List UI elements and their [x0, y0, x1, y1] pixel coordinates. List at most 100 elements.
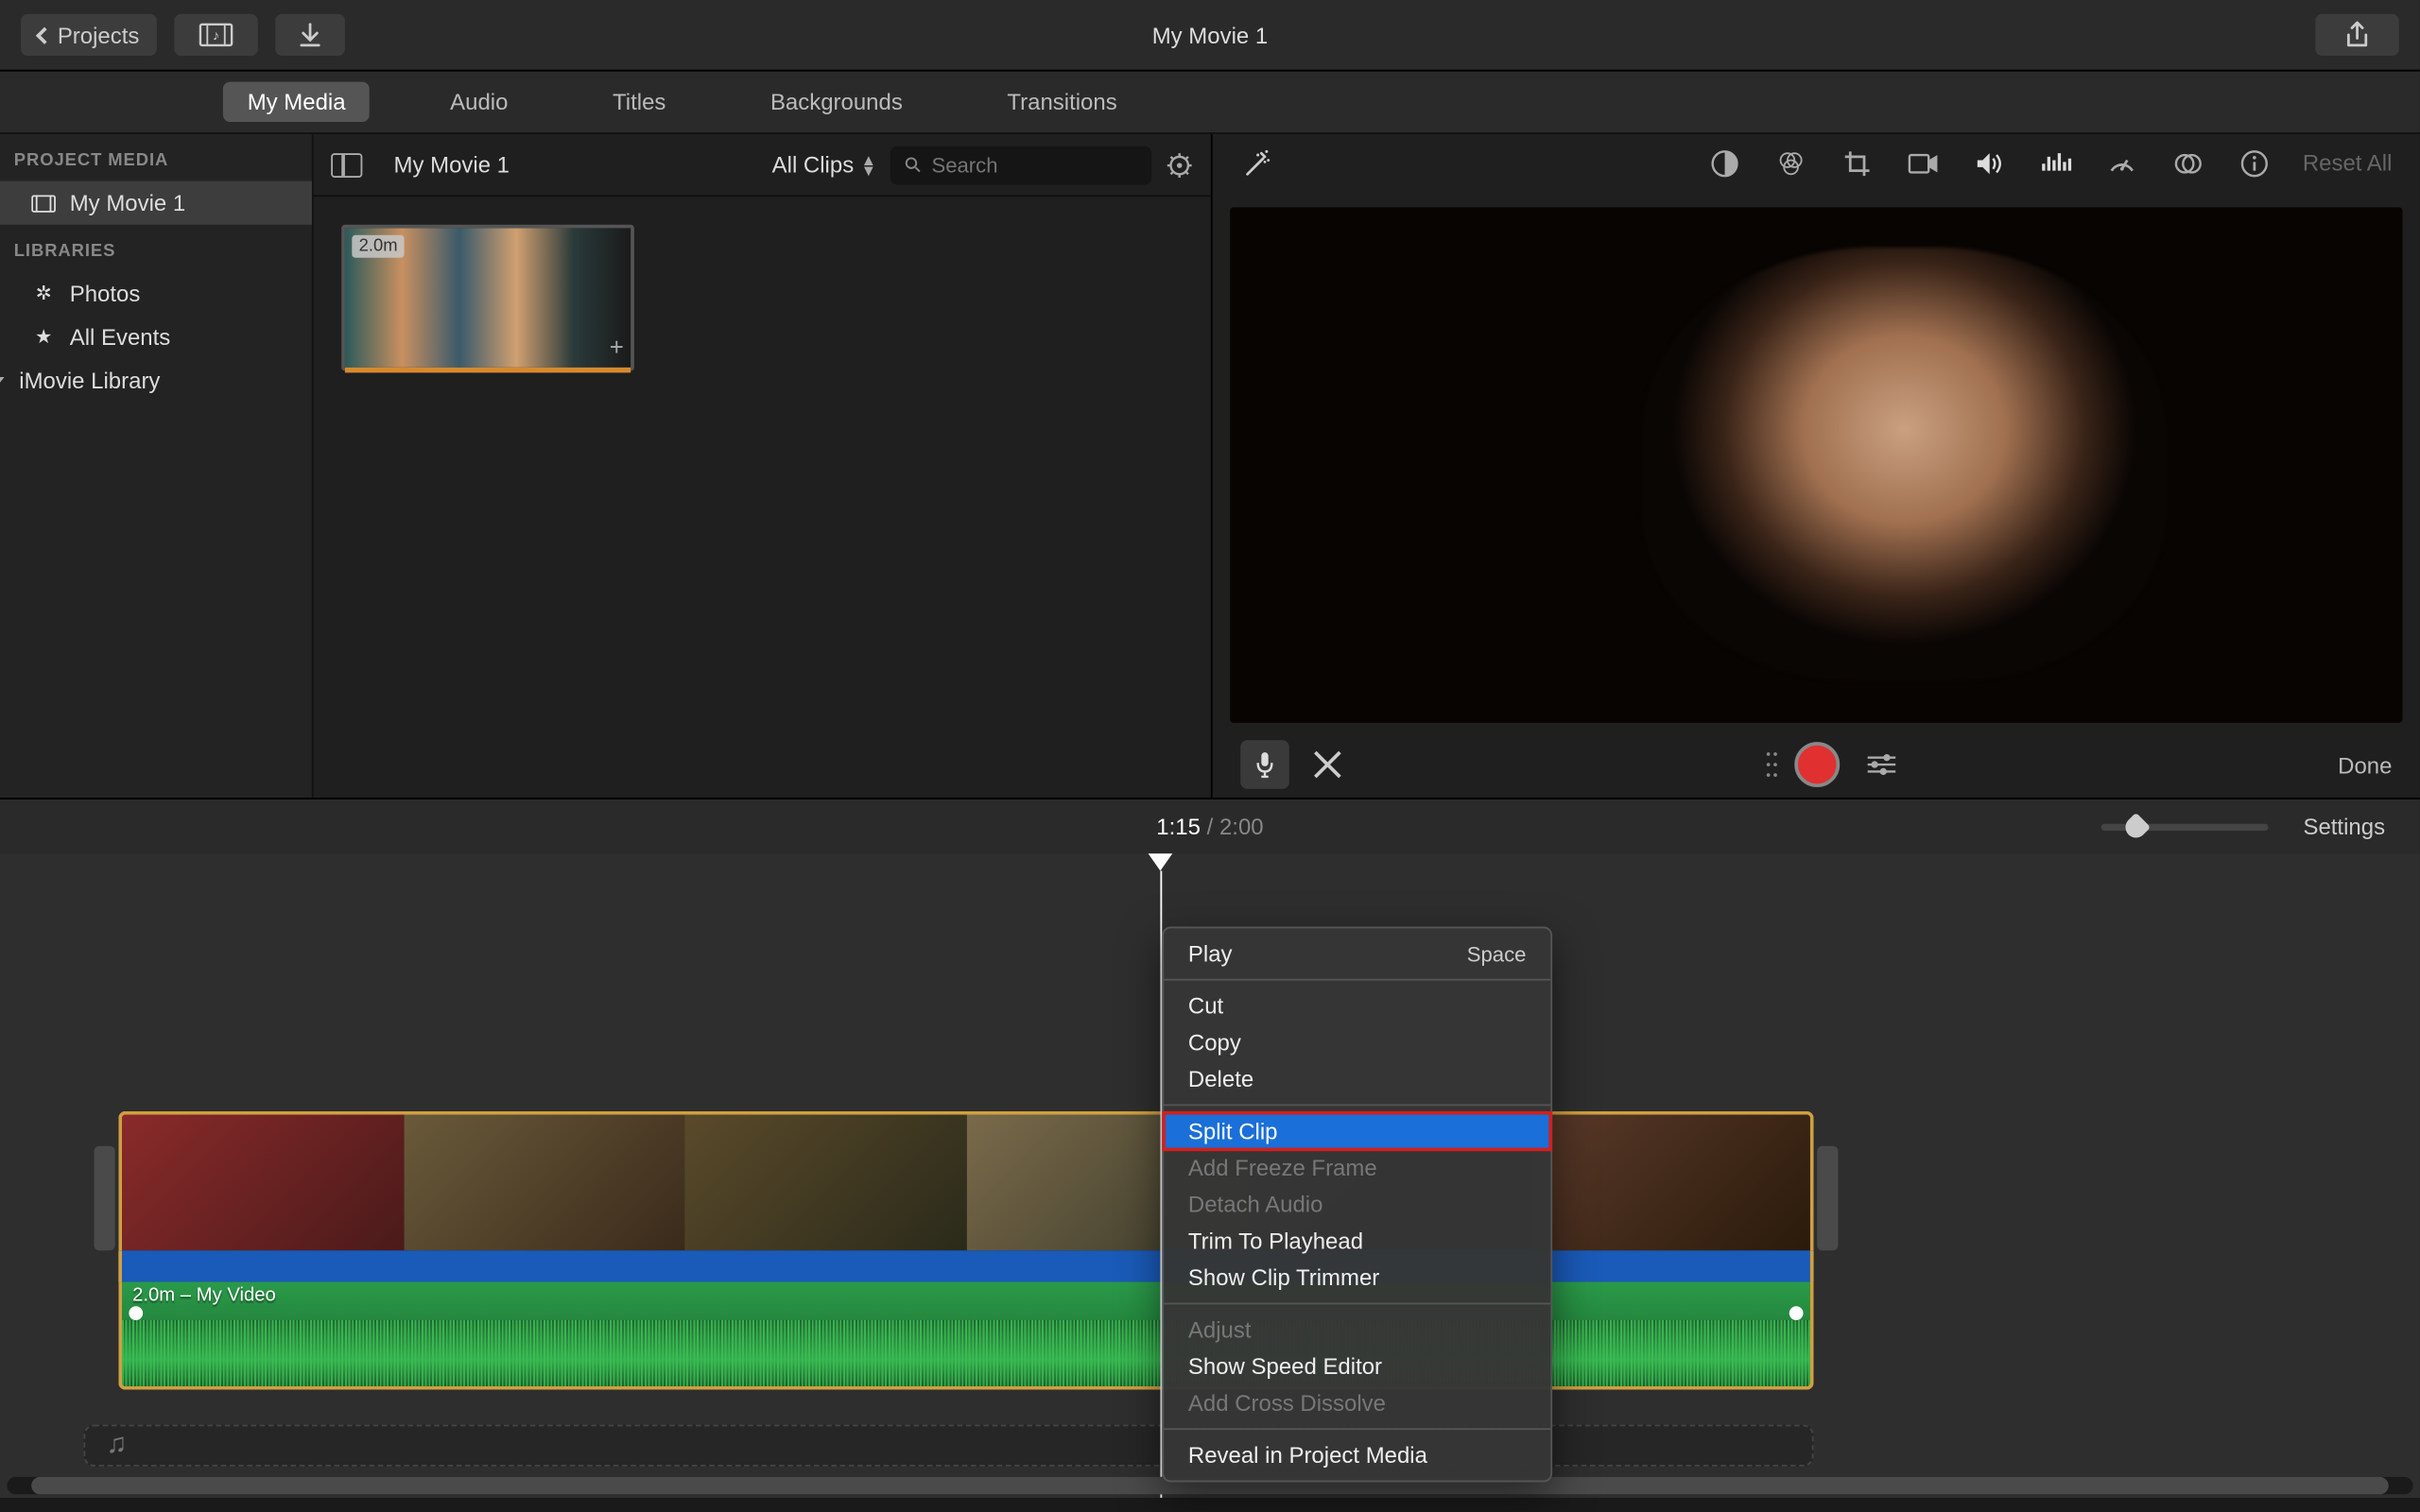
- menu-item-show-speed-editor[interactable]: Show Speed Editor: [1164, 1348, 1550, 1384]
- clip-thumbnail[interactable]: 2.0m +: [341, 225, 634, 371]
- project-title: My Movie 1: [1152, 22, 1269, 48]
- magic-wand-icon[interactable]: [1240, 146, 1275, 181]
- timeline-header: 1:15 / 2:00 Settings: [0, 798, 2420, 853]
- microphone-button[interactable]: [1240, 741, 1289, 790]
- voiceover-options-icon[interactable]: [1865, 753, 1896, 778]
- svg-text:♪: ♪: [213, 28, 219, 43]
- context-menu: Play Space Cut Copy Delete Split Clip Ad…: [1162, 926, 1552, 1482]
- timecode-current: 1:15: [1156, 814, 1201, 840]
- color-balance-icon[interactable]: [1707, 146, 1742, 181]
- menu-item-split-clip[interactable]: Split Clip: [1164, 1113, 1550, 1150]
- media-browser: My Movie 1 All Clips ▲▼ 2.0m +: [314, 134, 1213, 798]
- zoom-slider-thumb[interactable]: [2121, 812, 2151, 841]
- zoom-slider[interactable]: [2101, 823, 2269, 830]
- info-icon[interactable]: [2237, 146, 2272, 181]
- menu-item-play[interactable]: Play Space: [1164, 936, 1550, 972]
- timecode-duration: 2:00: [1219, 814, 1264, 840]
- search-input[interactable]: [931, 152, 1137, 177]
- reset-all-button[interactable]: Reset All: [2303, 150, 2393, 177]
- menu-item-add-freeze-frame: Add Freeze Frame: [1164, 1149, 1550, 1186]
- add-clip-icon[interactable]: +: [610, 333, 624, 360]
- clip-trim-handle-right[interactable]: [1817, 1146, 1838, 1251]
- download-button[interactable]: [275, 14, 345, 56]
- settings-gear-button[interactable]: [1166, 150, 1193, 178]
- tab-my-media[interactable]: My Media: [223, 82, 370, 122]
- clip-thumbnails: 2.0m +: [314, 197, 1211, 399]
- import-media-button[interactable]: ♪: [174, 14, 257, 56]
- projects-back-button[interactable]: Projects: [21, 14, 157, 56]
- search-box[interactable]: [890, 146, 1151, 184]
- playhead-marker-icon[interactable]: [1149, 853, 1173, 870]
- video-frame-thumb: [1529, 1115, 1810, 1251]
- photos-icon: ✲: [31, 283, 56, 303]
- timeline-clip[interactable]: 2.0m – My Video: [118, 1111, 1813, 1390]
- layout-toggle-icon[interactable]: [331, 152, 362, 177]
- tab-audio[interactable]: Audio: [425, 82, 532, 122]
- audio-track[interactable]: 2.0m – My Video: [118, 1281, 1813, 1389]
- updown-arrows-icon: ▲▼: [861, 154, 876, 175]
- main-area: PROJECT MEDIA My Movie 1 LIBRARIES ✲ Pho…: [0, 134, 2420, 798]
- chevron-left-icon: [36, 26, 53, 43]
- menu-item-trim-to-playhead[interactable]: Trim To Playhead: [1164, 1223, 1550, 1260]
- sidebar-photos-label: Photos: [70, 281, 141, 307]
- disclosure-triangle-icon[interactable]: [0, 376, 5, 385]
- video-track[interactable]: [118, 1111, 1813, 1250]
- video-frame-thumb: [122, 1115, 404, 1251]
- clip-trim-handle-left[interactable]: [95, 1146, 115, 1251]
- timeline-clip-bar[interactable]: [118, 1250, 1813, 1281]
- menu-item-detach-audio: Detach Audio: [1164, 1186, 1550, 1223]
- menu-item-copy[interactable]: Copy: [1164, 1024, 1550, 1061]
- video-frame-thumb: [404, 1115, 685, 1251]
- drag-handle-icon[interactable]: [1764, 749, 1781, 781]
- media-tabs: My Media Audio Titles Backgrounds Transi…: [0, 72, 2420, 134]
- timecode-sep: /: [1207, 814, 1214, 840]
- color-correction-icon[interactable]: [1773, 146, 1808, 181]
- timecode-display: 1:15 / 2:00: [1156, 814, 1263, 840]
- tab-backgrounds[interactable]: Backgrounds: [746, 82, 926, 122]
- preview-toolbar: Reset All: [1213, 134, 2420, 193]
- menu-separator: [1164, 979, 1550, 981]
- stabilization-icon[interactable]: [1906, 146, 1941, 181]
- sidebar-item-all-events[interactable]: ★ All Events: [0, 316, 312, 359]
- menu-shortcut: Space: [1467, 941, 1527, 966]
- menu-item-reveal-in-project-media[interactable]: Reveal in Project Media: [1164, 1436, 1550, 1473]
- filmstrip-icon: ♪: [199, 23, 233, 47]
- music-note-icon: ♫: [106, 1430, 127, 1461]
- menu-separator: [1164, 1303, 1550, 1305]
- tab-transitions[interactable]: Transitions: [983, 82, 1142, 122]
- speed-icon[interactable]: [2104, 146, 2139, 181]
- audio-keyframe[interactable]: [129, 1306, 143, 1320]
- tab-titles[interactable]: Titles: [588, 82, 690, 122]
- preview-panel: Reset All Done: [1213, 134, 2420, 798]
- sidebar-imovie-library-label: iMovie Library: [19, 368, 160, 394]
- search-icon: [905, 155, 922, 174]
- close-voiceover-button[interactable]: [1310, 747, 1345, 782]
- background-music-well[interactable]: ♫: [83, 1425, 1813, 1467]
- sidebar-project-label: My Movie 1: [70, 190, 186, 216]
- crop-icon[interactable]: [1840, 146, 1875, 181]
- sidebar-item-imovie-library[interactable]: iMovie Library: [0, 359, 312, 403]
- menu-separator: [1164, 1428, 1550, 1430]
- timeline-settings-button[interactable]: Settings: [2303, 814, 2385, 840]
- sidebar: PROJECT MEDIA My Movie 1 LIBRARIES ✲ Pho…: [0, 134, 314, 798]
- clip-duration-badge: 2.0m: [352, 235, 405, 258]
- record-button[interactable]: [1793, 743, 1839, 788]
- done-button[interactable]: Done: [2338, 752, 2392, 779]
- share-button[interactable]: [2315, 14, 2398, 56]
- volume-icon[interactable]: [1972, 146, 2007, 181]
- menu-separator: [1164, 1104, 1550, 1106]
- menu-item-delete[interactable]: Delete: [1164, 1060, 1550, 1097]
- media-toolbar: My Movie 1 All Clips ▲▼: [314, 134, 1211, 197]
- video-preview[interactable]: [1230, 207, 2402, 722]
- clips-filter-dropdown[interactable]: All Clips ▲▼: [772, 151, 876, 178]
- menu-item-add-cross-dissolve: Add Cross Dissolve: [1164, 1384, 1550, 1421]
- sidebar-item-photos[interactable]: ✲ Photos: [0, 272, 312, 316]
- audio-keyframe[interactable]: [1789, 1306, 1804, 1320]
- menu-item-show-clip-trimmer[interactable]: Show Clip Trimmer: [1164, 1259, 1550, 1296]
- preview-frame-content: [1640, 248, 2168, 680]
- audio-waveform: [122, 1320, 1810, 1386]
- clip-filter-icon[interactable]: [2170, 146, 2205, 181]
- menu-item-cut[interactable]: Cut: [1164, 988, 1550, 1024]
- noise-reduction-icon[interactable]: [2038, 146, 2073, 181]
- sidebar-item-project[interactable]: My Movie 1: [0, 181, 312, 225]
